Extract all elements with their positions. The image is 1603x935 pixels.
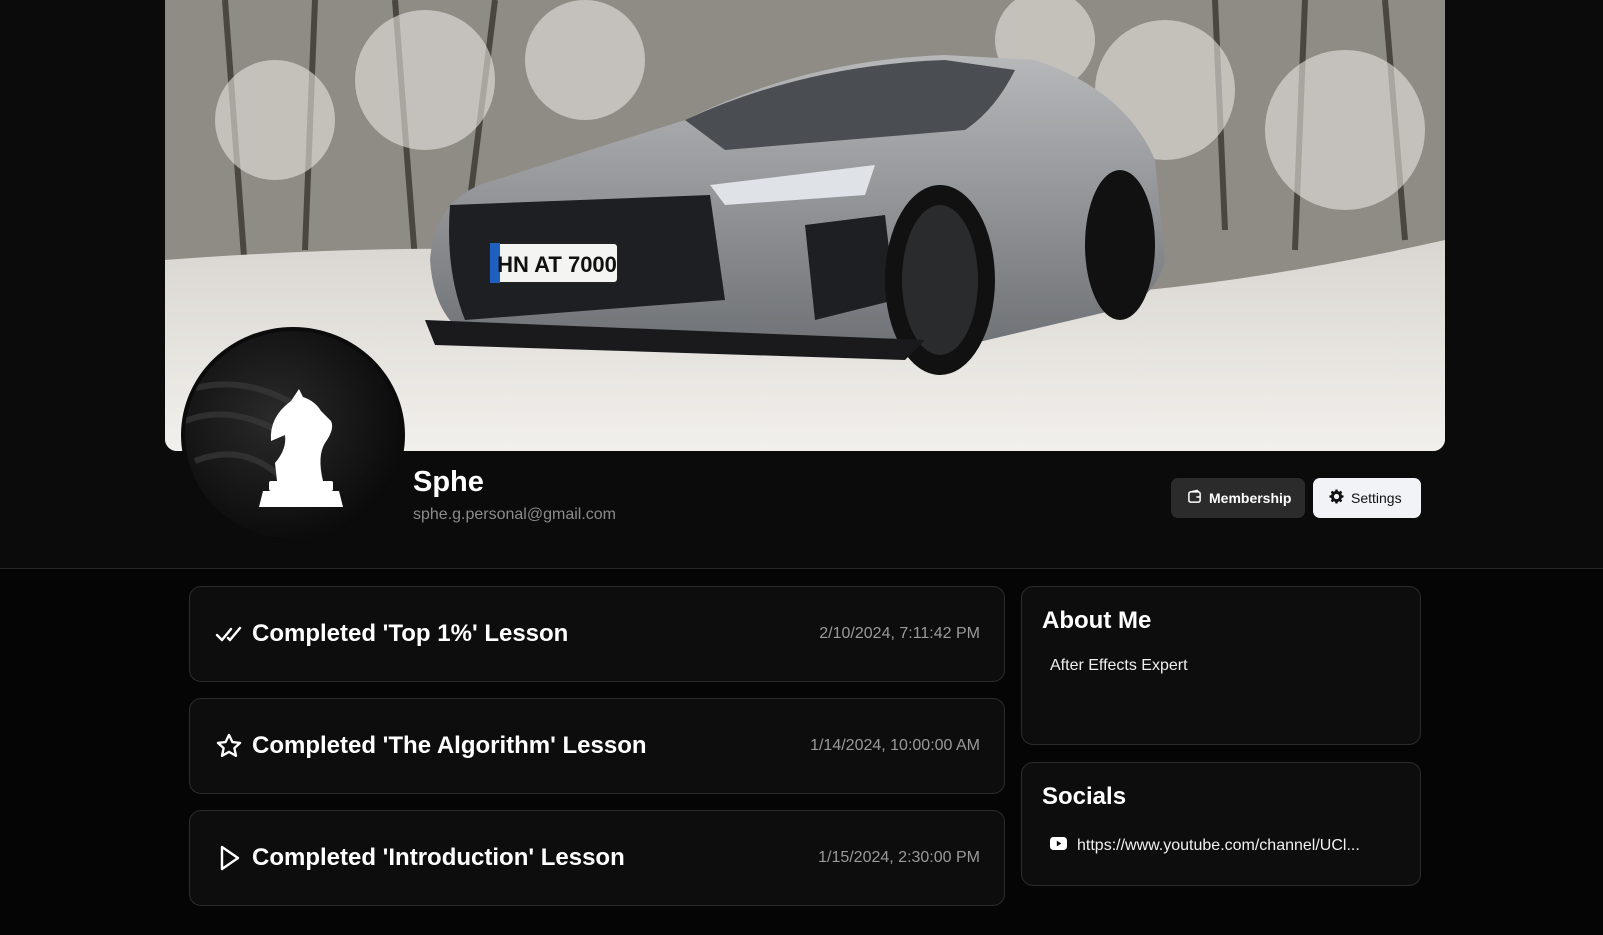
about-me-title: About Me xyxy=(1042,607,1152,634)
activity-timestamp: 1/14/2024, 10:00:00 AM xyxy=(810,737,980,754)
profile-email: sphe.g.personal@gmail.com xyxy=(413,506,617,523)
double-check-icon xyxy=(214,619,244,649)
socials-card: Socials https://www.youtube.com/channel/… xyxy=(1021,762,1421,886)
activity-card[interactable]: Completed 'Top 1%' Lesson 2/10/2024, 7:1… xyxy=(189,586,1005,682)
license-plate-text: HN AT 7000 xyxy=(497,252,617,277)
youtube-icon xyxy=(1050,837,1067,855)
profile-name: Sphe xyxy=(413,466,484,498)
activity-card[interactable]: Completed 'The Algorithm' Lesson 1/14/20… xyxy=(189,698,1005,794)
avatar[interactable] xyxy=(181,327,405,543)
activity-title: Completed 'The Algorithm' Lesson xyxy=(252,732,647,759)
membership-button[interactable]: Membership xyxy=(1171,478,1305,518)
gear-icon xyxy=(1329,489,1344,507)
activity-title: Completed 'Introduction' Lesson xyxy=(252,844,625,871)
activity-timestamp: 2/10/2024, 7:11:42 PM xyxy=(819,625,980,642)
social-link-youtube[interactable]: https://www.youtube.com/channel/UCl... xyxy=(1050,837,1360,855)
about-me-card: About Me After Effects Expert xyxy=(1021,586,1421,745)
star-icon xyxy=(214,731,244,761)
activity-title: Completed 'Top 1%' Lesson xyxy=(252,620,569,647)
activity-card[interactable]: Completed 'Introduction' Lesson 1/15/202… xyxy=(189,810,1005,906)
socials-title: Socials xyxy=(1042,783,1127,810)
play-icon xyxy=(214,843,244,873)
settings-button[interactable]: Settings xyxy=(1313,478,1421,518)
settings-label: Settings xyxy=(1351,490,1402,506)
social-link-url: https://www.youtube.com/channel/UCl... xyxy=(1077,837,1360,854)
about-me-text: After Effects Expert xyxy=(1050,657,1188,674)
wallet-icon xyxy=(1187,489,1202,507)
profile-header: HN AT 7000 Sphe sphe.g.personal@gmail.co… xyxy=(0,0,1603,569)
membership-label: Membership xyxy=(1209,490,1292,506)
activity-timestamp: 1/15/2024, 2:30:00 PM xyxy=(818,849,980,866)
